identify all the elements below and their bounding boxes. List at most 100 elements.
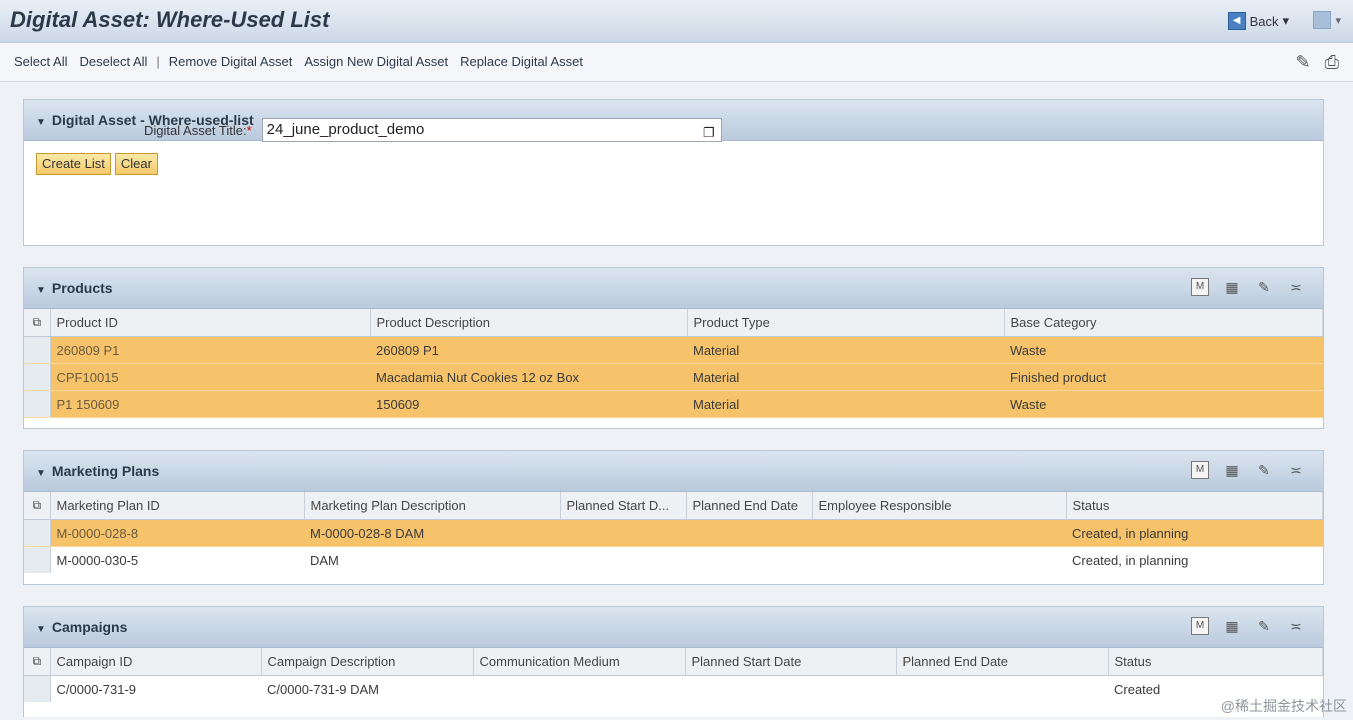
column-header[interactable]: Product Type (687, 309, 1005, 337)
table-row[interactable]: M-0000-028-8 M-0000-028-8 DAM Created, i… (24, 519, 1323, 547)
cell: Created, in planning (1066, 519, 1323, 547)
marketing-plans-header[interactable]: ▼ Marketing Plans M ▦ ✎ ≍ (24, 451, 1323, 492)
column-header[interactable]: Planned End Date (896, 648, 1109, 676)
collapse-icon[interactable]: ≍ (1287, 278, 1305, 296)
title-form-row: Digital Asset Title:* 24_june_product_de… (144, 118, 722, 142)
row-selector[interactable] (24, 519, 51, 547)
action-toolbar: Select All Deselect All | Remove Digital… (0, 43, 1353, 82)
product-id-link[interactable]: 260809 P1 (50, 336, 370, 364)
products-table: ⧉ Product ID Product Description Product… (24, 309, 1323, 418)
campaign-id-link[interactable]: C/0000-731-9 (50, 675, 261, 703)
chevron-down-icon[interactable]: ▾ (1335, 14, 1341, 27)
row-selector[interactable] (24, 390, 51, 418)
cell: DAM (304, 546, 560, 574)
clear-button[interactable]: Clear (114, 153, 158, 175)
cell: Finished product (1004, 363, 1323, 391)
collapse-triangle-icon[interactable]: ▼ (36, 285, 46, 296)
marketing-plans-panel: ▼ Marketing Plans M ▦ ✎ ≍ ⧉ Marketing Pla… (23, 450, 1324, 585)
column-header[interactable]: Campaign Description (261, 648, 474, 676)
column-header[interactable]: Planned Start D... (560, 492, 687, 520)
spreadsheet-icon[interactable]: ▦ (1223, 278, 1241, 296)
table-row[interactable]: M-0000-030-5 DAM Created, in planning (24, 546, 1323, 574)
print-icon[interactable]: ⎙ (1325, 52, 1339, 73)
cell: 260809 P1 (370, 336, 687, 364)
export-icon[interactable]: M (1191, 278, 1209, 296)
cell (560, 546, 686, 574)
column-header[interactable]: Campaign ID (50, 648, 262, 676)
table-row[interactable]: 260809 P1 260809 P1 Material Waste (24, 336, 1323, 364)
marketing-plans-title: Marketing Plans (51, 463, 160, 479)
column-header[interactable]: Planned Start Date (685, 648, 897, 676)
column-header[interactable]: Marketing Plan Description (304, 492, 561, 520)
back-button[interactable]: ◀ Back ▾ (1227, 11, 1289, 31)
products-header[interactable]: ▼ Products M ▦ ✎ ≍ (24, 268, 1323, 309)
chevron-down-icon[interactable]: ▾ (1282, 13, 1289, 29)
title-bar: Digital Asset: Where-Used List ◀ Back ▾ … (0, 0, 1353, 43)
campaigns-title: Campaigns (51, 619, 128, 635)
table-row[interactable]: C/0000-731-9 C/0000-731-9 DAM Created (24, 675, 1323, 703)
product-id-link[interactable]: P1 150609 (50, 390, 370, 418)
pencil-icon[interactable]: ✎ (1255, 461, 1273, 479)
column-header[interactable]: Product ID (50, 309, 371, 337)
products-panel: ▼ Products M ▦ ✎ ≍ ⧉ Product ID Product D… (23, 267, 1324, 429)
create-list-button[interactable]: Create List (36, 153, 111, 175)
pencil-icon[interactable]: ✎ (1296, 52, 1311, 73)
spreadsheet-icon[interactable]: ▦ (1223, 461, 1241, 479)
column-header[interactable]: Status (1066, 492, 1323, 520)
select-all-button[interactable]: Select All (8, 54, 73, 69)
cell: M-0000-028-8 DAM (304, 519, 560, 547)
assign-new-digital-asset-button[interactable]: Assign New Digital Asset (298, 54, 454, 69)
cell: Created, in planning (1066, 546, 1323, 574)
select-all-icon[interactable]: ⧉ (24, 648, 51, 676)
campaigns-header[interactable]: ▼ Campaigns M ▦ ✎ ≍ (24, 607, 1323, 648)
marketing-plans-table: ⧉ Marketing Plan ID Marketing Plan Descr… (24, 492, 1323, 574)
spreadsheet-icon[interactable]: ▦ (1223, 617, 1241, 635)
forward-button[interactable]: ▾ (1313, 11, 1341, 29)
table-row[interactable]: CPF10015 Macadamia Nut Cookies 12 oz Box… (24, 363, 1323, 391)
cell: C/0000-731-9 DAM (261, 675, 473, 703)
collapse-icon[interactable]: ≍ (1287, 617, 1305, 635)
row-selector[interactable] (24, 546, 51, 574)
marketing-plan-id-link[interactable]: M-0000-030-5 (50, 546, 304, 574)
toolbar-separator: | (156, 54, 160, 69)
cell: Waste (1004, 336, 1323, 364)
row-selector[interactable] (24, 363, 51, 391)
column-header[interactable]: Base Category (1004, 309, 1323, 337)
cell: Material (687, 390, 1004, 418)
table-row[interactable]: P1 150609 150609 Material Waste (24, 390, 1323, 418)
select-all-icon[interactable]: ⧉ (24, 309, 51, 337)
collapse-triangle-icon[interactable]: ▼ (36, 117, 46, 128)
column-header[interactable]: Communication Medium (473, 648, 686, 676)
column-header[interactable]: Marketing Plan ID (50, 492, 305, 520)
column-header[interactable]: Product Description (370, 309, 688, 337)
cell: Waste (1004, 390, 1323, 418)
products-title: Products (51, 280, 113, 296)
digital-asset-title-input[interactable]: 24_june_product_demo ❐ (261, 118, 722, 144)
value-help-icon[interactable]: ❐ (703, 122, 715, 144)
pencil-icon[interactable]: ✎ (1255, 278, 1273, 296)
deselect-all-button[interactable]: Deselect All (73, 54, 153, 69)
cell: Material (687, 336, 1004, 364)
row-selector[interactable] (24, 675, 51, 703)
pencil-icon[interactable]: ✎ (1255, 617, 1273, 635)
marketing-plan-id-link[interactable]: M-0000-028-8 (50, 519, 304, 547)
replace-digital-asset-button[interactable]: Replace Digital Asset (454, 54, 589, 69)
export-icon[interactable]: M (1191, 461, 1209, 479)
field-label: Digital Asset Title:* (144, 122, 252, 138)
forward-arrow-icon (1313, 11, 1332, 29)
export-icon[interactable]: M (1191, 617, 1209, 635)
back-label: Back (1249, 13, 1279, 29)
remove-digital-asset-button[interactable]: Remove Digital Asset (163, 54, 299, 69)
cell: Macadamia Nut Cookies 12 oz Box (370, 363, 687, 391)
column-header[interactable]: Status (1108, 648, 1323, 676)
cell (685, 675, 896, 703)
collapse-icon[interactable]: ≍ (1287, 461, 1305, 479)
column-header[interactable]: Employee Responsible (812, 492, 1067, 520)
campaigns-panel: ▼ Campaigns M ▦ ✎ ≍ ⧉ Campaign ID Campaig… (23, 606, 1324, 717)
collapse-triangle-icon[interactable]: ▼ (36, 624, 46, 635)
select-all-icon[interactable]: ⧉ (24, 492, 51, 520)
column-header[interactable]: Planned End Date (686, 492, 813, 520)
row-selector[interactable] (24, 336, 51, 364)
product-id-link[interactable]: CPF10015 (50, 363, 370, 391)
collapse-triangle-icon[interactable]: ▼ (36, 468, 46, 479)
